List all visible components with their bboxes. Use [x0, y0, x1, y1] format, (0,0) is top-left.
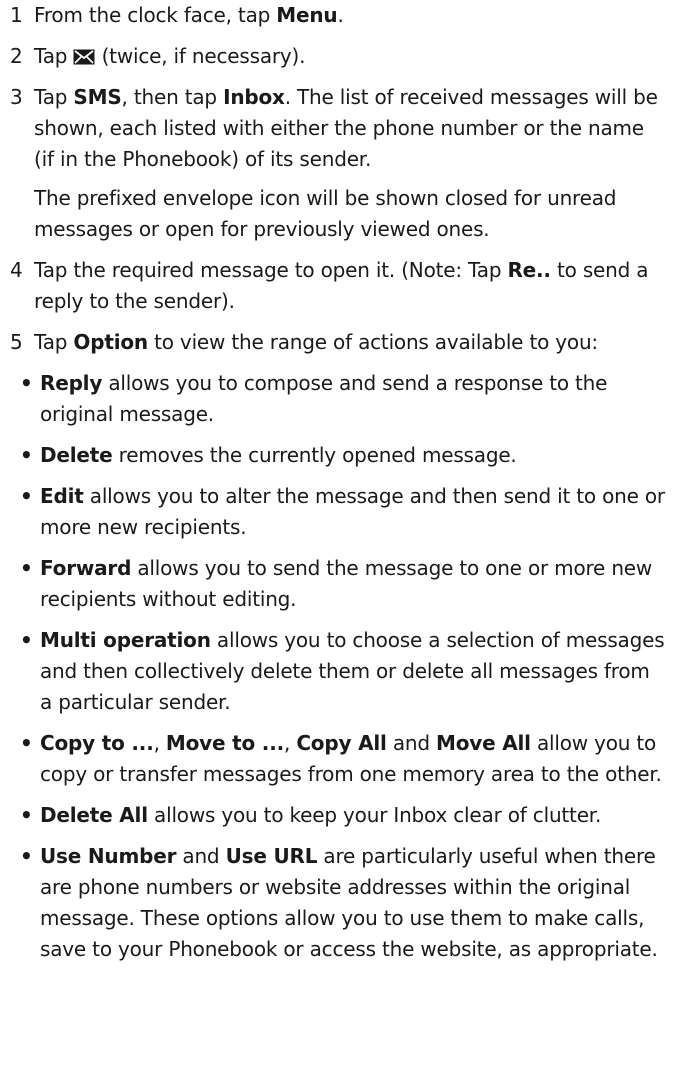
option-name: Copy to ...	[40, 731, 154, 755]
option-description: allows you to alter the message and then…	[40, 484, 665, 539]
instruction-page: 1 From the clock face, tap Menu. 2 Tap (…	[0, 0, 673, 1065]
bullet-dot: •	[20, 371, 33, 395]
step-text: to view the range of actions available t…	[147, 330, 598, 354]
separator-text: ,	[153, 731, 166, 755]
step-5: 5 Tap Option to view the range of action…	[10, 327, 665, 358]
step-text: Tap	[34, 330, 74, 354]
bullet-delete: • Delete removes the currently opened me…	[10, 440, 665, 471]
bullet-dot: •	[20, 556, 33, 580]
option-name: Multi operation	[40, 628, 211, 652]
bullet-reply: • Reply allows you to compose and send a…	[10, 368, 665, 430]
option-name: Use Number	[40, 844, 177, 868]
reply-shortcut-label: Re..	[507, 258, 551, 282]
separator-text: ,	[284, 731, 297, 755]
bullet-dot: •	[20, 628, 33, 652]
bullet-multi-operation: • Multi operation allows you to choose a…	[10, 625, 665, 718]
bullet-dot: •	[20, 443, 33, 467]
step-number: 3	[10, 85, 23, 109]
step-text: Tap the required message to open it. (No…	[34, 258, 508, 282]
envelope-icon	[73, 49, 95, 65]
option-description: removes the currently opened message.	[112, 443, 517, 467]
inbox-label: Inbox	[223, 85, 285, 109]
step-text: Tap	[34, 85, 74, 109]
step-4: 4 Tap the required message to open it. (…	[10, 255, 665, 317]
bullet-delete-all: • Delete All allows you to keep your Inb…	[10, 800, 665, 831]
option-label: Option	[73, 330, 148, 354]
option-name: Move All	[436, 731, 531, 755]
step-3: 3 Tap SMS, then tap Inbox. The list of r…	[10, 82, 665, 175]
step-1: 1 From the clock face, tap Menu.	[10, 0, 665, 31]
bullet-dot: •	[20, 484, 33, 508]
separator-text: and	[176, 844, 226, 868]
option-description: allows you to keep your Inbox clear of c…	[147, 803, 602, 827]
step-number: 1	[10, 3, 23, 27]
bullet-dot: •	[20, 731, 33, 755]
menu-label: Menu	[276, 3, 338, 27]
step-text: Tap	[34, 44, 74, 68]
option-description: allows you to compose and send a respons…	[40, 371, 608, 426]
sms-label: SMS	[73, 85, 122, 109]
step-text: From the clock face, tap	[34, 3, 277, 27]
step-2: 2 Tap (twice, if necessary).	[10, 41, 665, 72]
bullet-use-number-url: • Use Number and Use URL are particularl…	[10, 841, 665, 965]
bullet-dot: •	[20, 803, 33, 827]
step-3-note: The prefixed envelope icon will be shown…	[34, 186, 617, 241]
option-name: Delete All	[40, 803, 148, 827]
option-name: Forward	[40, 556, 132, 580]
option-name: Use URL	[225, 844, 318, 868]
step-number: 5	[10, 330, 23, 354]
step-text: (twice, if necessary).	[95, 44, 306, 68]
bullet-forward: • Forward allows you to send the message…	[10, 553, 665, 615]
option-name: Copy All	[296, 731, 387, 755]
step-number: 2	[10, 44, 23, 68]
bullet-copy-move: • Copy to ..., Move to ..., Copy All and…	[10, 728, 665, 790]
option-description: allows you to send the message to one or…	[40, 556, 653, 611]
option-name: Reply	[40, 371, 103, 395]
step-number: 4	[10, 258, 23, 282]
option-name: Delete	[40, 443, 113, 467]
option-name: Edit	[40, 484, 84, 508]
step-text: .	[337, 3, 344, 27]
option-name: Move to ...	[165, 731, 284, 755]
step-text: , then tap	[121, 85, 224, 109]
bullet-edit: • Edit allows you to alter the message a…	[10, 481, 665, 543]
separator-text: and	[386, 731, 436, 755]
bullet-dot: •	[20, 844, 33, 868]
